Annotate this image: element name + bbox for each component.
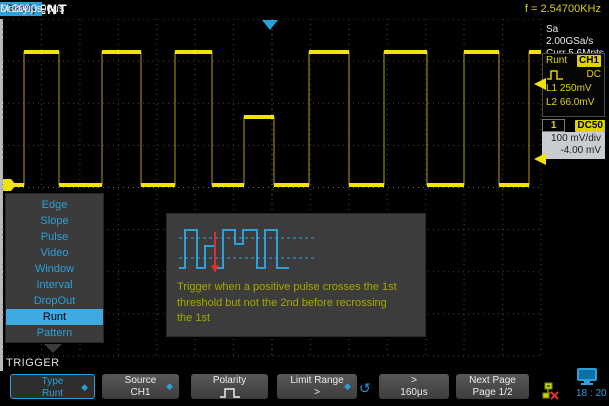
- waveform-trace: [3, 52, 541, 185]
- adjust-diamond-icon: ◆: [344, 382, 351, 391]
- runt-pulse-icon: [546, 69, 564, 81]
- trigger-level2-marker[interactable]: [534, 153, 546, 165]
- monitor-icon: [575, 367, 599, 385]
- softkey-bar: Type Runt ◆ Source CH1 ◆ Polarity Limit …: [0, 371, 609, 401]
- adjust-diamond-icon: ◆: [166, 382, 173, 391]
- trigger-source-badge: CH1: [577, 55, 601, 67]
- frequency-counter-readout: f = 2.54700KHz: [525, 3, 601, 15]
- trigger-position-marker[interactable]: [262, 20, 278, 30]
- channel1-scale-readout: 100 mV/div: [542, 133, 601, 145]
- limit-range-softkey[interactable]: Limit Range > ◆: [277, 374, 357, 399]
- trigger-type-readout: Runt: [546, 54, 567, 68]
- delay-readout: Delay:0.00μs: [0, 3, 64, 15]
- type-softkey[interactable]: Type Runt ◆: [10, 374, 95, 399]
- trigger-menu-item[interactable]: DropOut: [6, 293, 103, 309]
- trigger-menu-item[interactable]: Pulse: [6, 229, 103, 245]
- lan-status-icon: [542, 382, 561, 400]
- tooltip-line: the 1st: [177, 311, 421, 327]
- clock-readout: 18 : 20: [576, 388, 607, 399]
- channel1-tab[interactable]: 1: [542, 119, 565, 132]
- menu-group-label: TRIGGER: [6, 357, 60, 369]
- trigger-coupling-readout: DC: [587, 68, 601, 82]
- tooltip-line: threshold but not the 2nd before recross…: [177, 296, 421, 312]
- sample-rate-readout: Sa 2.00GSa/s: [546, 24, 606, 48]
- next-page-softkey-value: Page 1/2: [456, 387, 529, 399]
- trigger-type-menu: Edge Slope Pulse Video Window Interval D…: [5, 193, 104, 343]
- polarity-softkey-label: Polarity: [191, 375, 268, 387]
- tooltip-line: Trigger when a positive pulse crosses th…: [177, 280, 421, 296]
- menu-pointer-arrow: [44, 344, 62, 353]
- channel1-info-panel[interactable]: 1 DC50 100 mV/div -4.00 mV: [542, 119, 605, 159]
- channel1-position-marker[interactable]: [3, 179, 16, 191]
- trigger-menu-item[interactable]: Pattern: [6, 325, 103, 341]
- trigger-menu-item[interactable]: Interval: [6, 277, 103, 293]
- trigger-menu-item[interactable]: Video: [6, 245, 103, 261]
- positive-pulse-icon: [218, 387, 242, 399]
- limit-value-softkey[interactable]: > 160μs: [379, 374, 449, 399]
- runt-help-tooltip: Trigger when a positive pulse crosses th…: [166, 213, 426, 337]
- channel1-coupling-badge: DC50: [575, 120, 605, 132]
- limit-value-softkey-label: >: [379, 375, 449, 387]
- trigger-level1-readout: L1 250mV: [546, 82, 592, 96]
- source-softkey[interactable]: Source CH1 ◆: [102, 374, 179, 399]
- limit-value-softkey-value: 160μs: [379, 387, 449, 399]
- knob-adjust-icon: ↺: [359, 380, 371, 397]
- next-page-softkey[interactable]: Next Page Page 1/2: [456, 374, 529, 399]
- trigger-info-panel: Runt CH1 DC L1 250mV L2 66.0mV: [542, 53, 605, 117]
- runt-diagram-icon: [177, 224, 327, 276]
- adjust-diamond-icon: ◆: [81, 383, 88, 392]
- trigger-menu-item[interactable]: Window: [6, 261, 103, 277]
- trigger-menu-item[interactable]: Slope: [6, 213, 103, 229]
- status-bar: SIGLENT Ready M 200μs Delay:0.00μs f = 2…: [0, 0, 609, 19]
- trigger-menu-item[interactable]: Runt: [6, 309, 103, 325]
- trigger-level2-readout: L2 66.0mV: [546, 96, 594, 110]
- channel1-offset-readout: -4.00 mV: [542, 145, 601, 157]
- polarity-softkey[interactable]: Polarity: [191, 374, 268, 399]
- next-page-softkey-label: Next Page: [456, 375, 529, 387]
- trigger-menu-item[interactable]: Edge: [6, 197, 103, 213]
- right-info-panel: Sa 2.00GSa/s Curr 5.6Mpts Runt CH1 DC L1…: [541, 19, 606, 356]
- trigger-level1-marker[interactable]: [534, 78, 546, 90]
